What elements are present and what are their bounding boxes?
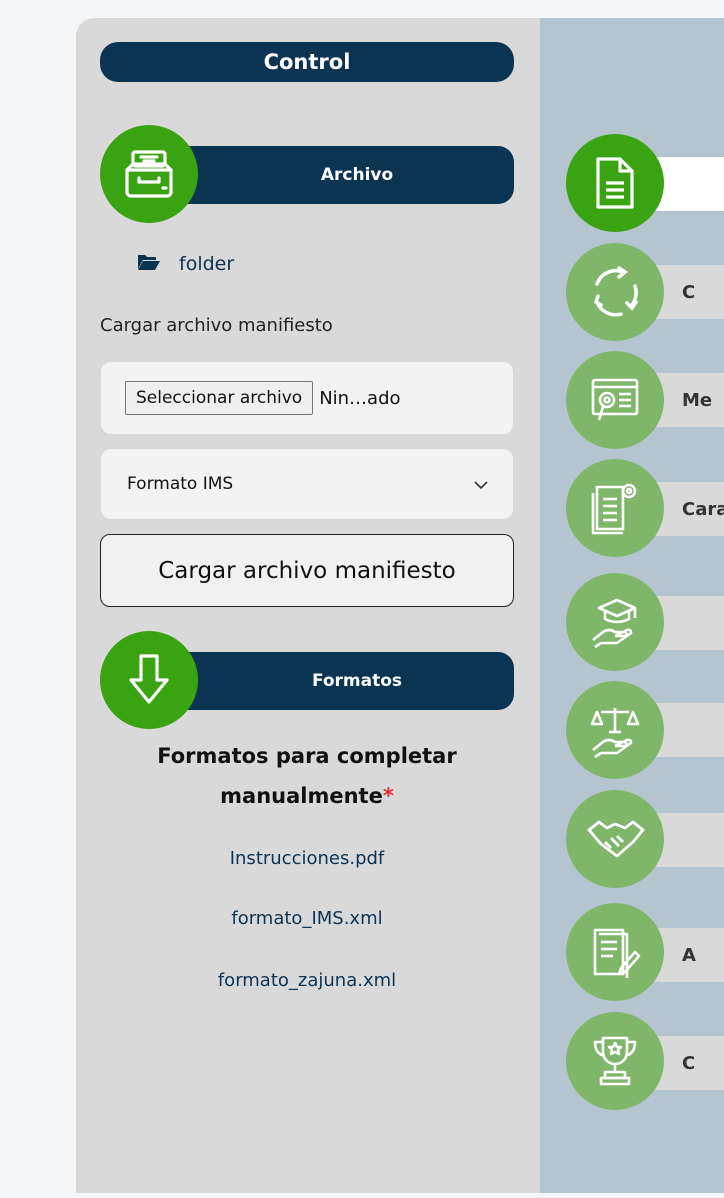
formats-heading-line2: manualmente* <box>100 776 514 816</box>
metadata-icon[interactable] <box>566 351 664 449</box>
education-hand-icon[interactable] <box>566 573 664 671</box>
format-select-value: Formato IMS <box>127 474 234 494</box>
format-select[interactable]: Formato IMS <box>101 449 513 519</box>
file-link-formato-ims[interactable]: formato_IMS.xml <box>100 908 514 929</box>
formats-heading-line1: Formatos para completar <box>157 744 457 768</box>
edit-document-icon[interactable] <box>566 903 664 1001</box>
step-label-8: A <box>682 944 696 966</box>
step-label-4: Cara <box>682 498 724 520</box>
file-status: Nin…ado <box>319 387 401 409</box>
trophy-icon[interactable] <box>566 1012 664 1110</box>
control-title: Control <box>263 50 351 74</box>
handshake-icon[interactable] <box>566 790 664 888</box>
required-mark: * <box>382 784 394 808</box>
formats-heading: Formatos para completar manualmente* <box>100 736 514 816</box>
formatos-header: Formatos <box>150 652 514 710</box>
cycle-icon[interactable] <box>566 243 664 341</box>
formatos-title: Formatos <box>311 671 403 691</box>
step-label-3: Me <box>682 389 713 411</box>
folder-open-icon <box>137 252 161 276</box>
chevron-down-icon <box>473 475 489 494</box>
archivo-header: Archivo <box>150 146 514 204</box>
characteristics-icon[interactable] <box>566 459 664 557</box>
file-link-formato-zajuna[interactable]: formato_zajuna.xml <box>100 970 514 991</box>
archivo-title: Archivo <box>320 165 394 185</box>
folder-link[interactable]: folder <box>137 252 234 276</box>
legal-balance-icon[interactable] <box>566 681 664 779</box>
step-label-9: C <box>682 1052 696 1074</box>
load-manifest-button[interactable]: Cargar archivo manifiesto <box>100 534 514 607</box>
upload-label: Cargar archivo manifiesto <box>100 315 333 336</box>
document-icon[interactable] <box>566 134 664 232</box>
load-manifest-label: Cargar archivo manifiesto <box>158 557 456 584</box>
select-file-button[interactable]: Seleccionar archivo <box>125 381 314 415</box>
step-label-2: C <box>682 281 696 303</box>
folder-label: folder <box>179 253 235 275</box>
arrow-down-icon <box>100 631 198 729</box>
file-input[interactable]: Seleccionar archivo Nin…ado <box>101 362 513 434</box>
formats-heading-word: manualmente <box>220 784 383 808</box>
control-header: Control <box>100 42 514 82</box>
archive-tray-icon <box>100 125 198 223</box>
file-link-instrucciones[interactable]: Instrucciones.pdf <box>100 848 514 869</box>
